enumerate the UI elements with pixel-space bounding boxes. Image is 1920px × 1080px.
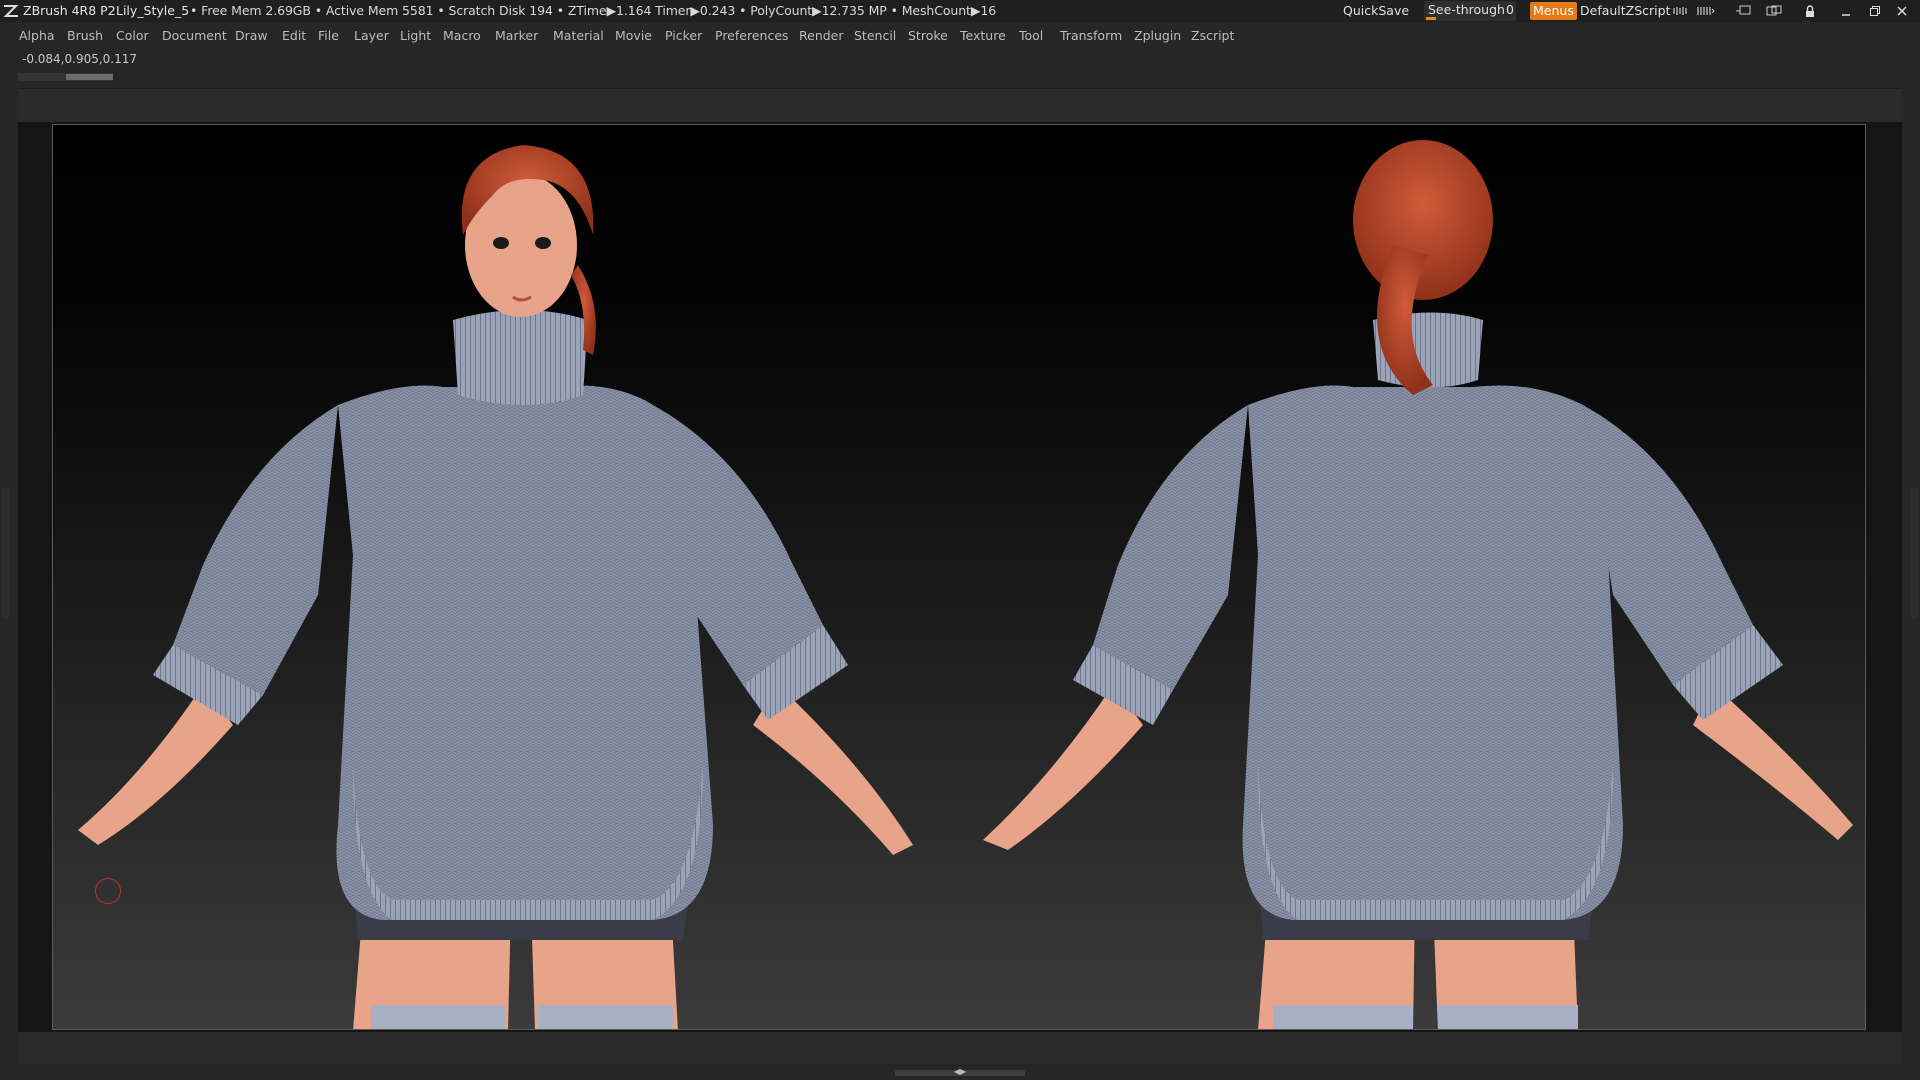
menu-light[interactable]: Light: [400, 24, 431, 48]
app-name: ZBrush 4R8 P2: [23, 3, 116, 18]
top-shelf: [18, 88, 1902, 123]
see-through-label: See-through: [1428, 2, 1505, 17]
default-ui-icon[interactable]: [1735, 0, 1753, 22]
custom-ui-icon[interactable]: [1765, 0, 1783, 22]
menu-alpha[interactable]: Alpha: [19, 24, 55, 48]
menu-file[interactable]: File: [318, 24, 339, 48]
menu-preferences[interactable]: Preferences: [715, 24, 789, 48]
menu-macro[interactable]: Macro: [443, 24, 481, 48]
progress-fill: [66, 74, 113, 80]
menu-stroke[interactable]: Stroke: [908, 24, 948, 48]
memory-stats: • Free Mem 2.69GB • Active Mem 5581 • Sc…: [190, 3, 997, 18]
menu-texture[interactable]: Texture: [960, 24, 1006, 48]
menu-layer[interactable]: Layer: [354, 24, 389, 48]
menu-movie[interactable]: Movie: [615, 24, 652, 48]
see-through-slider[interactable]: See-through 0: [1424, 1, 1516, 21]
menu-transform[interactable]: Transform: [1060, 24, 1122, 48]
ui-wide-icon[interactable]: [1697, 0, 1715, 22]
default-zscript-button[interactable]: DefaultZScript: [1580, 0, 1671, 22]
menu-draw[interactable]: Draw: [235, 24, 268, 48]
menu-tool[interactable]: Tool: [1019, 24, 1043, 48]
menu-zplugin[interactable]: Zplugin: [1134, 24, 1181, 48]
menu-color[interactable]: Color: [116, 24, 149, 48]
zbrush-logo-icon: [3, 0, 19, 22]
see-through-fill: [1426, 17, 1436, 20]
see-through-value: 0: [1506, 2, 1514, 17]
ui-compact-icon[interactable]: [1673, 0, 1691, 22]
menu-document[interactable]: Document: [162, 24, 227, 48]
bottom-tray-handle[interactable]: ◀▶: [895, 1067, 1025, 1076]
left-tray-handle[interactable]: [2, 488, 9, 618]
menu-marker[interactable]: Marker: [495, 24, 538, 48]
document-canvas[interactable]: [52, 124, 1866, 1030]
file-name: Lily_Style_5: [116, 3, 190, 18]
menus-toggle-button[interactable]: Menus: [1530, 2, 1577, 20]
menu-render[interactable]: Render: [799, 24, 844, 48]
menu-brush[interactable]: Brush: [67, 24, 103, 48]
close-icon[interactable]: [1893, 0, 1911, 22]
menu-material[interactable]: Material: [553, 24, 604, 48]
front-view-model: [78, 145, 913, 1029]
expand-arrows-icon: ◀▶: [953, 1067, 967, 1076]
restore-icon[interactable]: [1866, 0, 1884, 22]
back-view-model: [983, 140, 1853, 1029]
menu-stencil[interactable]: Stencil: [854, 24, 896, 48]
title-bar: ZBrush 4R8 P2 Lily_Style_5 • Free Mem 2.…: [0, 0, 1920, 22]
minimize-icon[interactable]: [1837, 0, 1855, 22]
menu-edit[interactable]: Edit: [282, 24, 306, 48]
lock-icon[interactable]: [1801, 0, 1819, 22]
menu-picker[interactable]: Picker: [665, 24, 702, 48]
menu-zscript[interactable]: Zscript: [1191, 24, 1234, 48]
cursor-coordinates: -0.084,0.905,0.117: [22, 52, 138, 66]
character-render: [78, 140, 1853, 1029]
brush-cursor: [95, 878, 121, 904]
right-tray-handle[interactable]: [1911, 488, 1918, 618]
main-menu-bar: Alpha Brush Color Document Draw Edit Fil…: [0, 24, 1240, 48]
bottom-shelf: [18, 1032, 1902, 1064]
quicksave-button[interactable]: QuickSave: [1343, 0, 1409, 22]
